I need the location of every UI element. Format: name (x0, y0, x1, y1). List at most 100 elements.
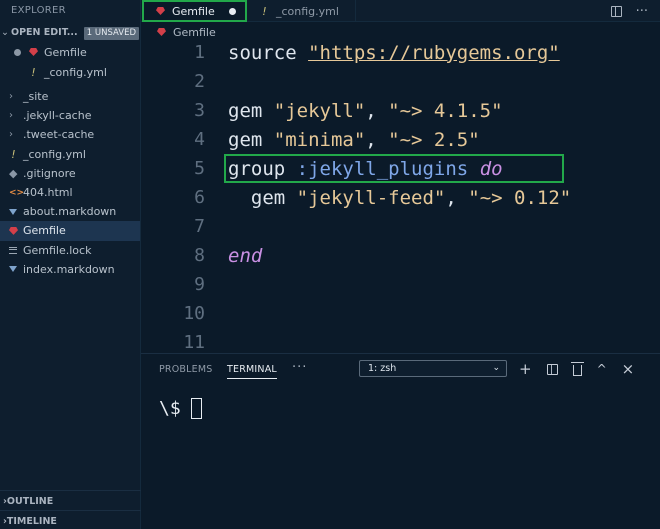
chevron-right-icon: › (9, 129, 13, 141)
tab-config-yml[interactable]: ! _config.yml (248, 0, 356, 22)
line-number: 7 (194, 216, 205, 237)
panel-tabs: PROBLEMS TERMINAL ··· 1: zsh ⌄ + ^ × (141, 354, 660, 384)
chevron-down-icon: ⌄ (492, 363, 500, 373)
tree-file-gemfile[interactable]: Gemfile (0, 221, 140, 241)
tree-item-label: 404.html (23, 186, 73, 200)
maximize-panel-icon[interactable]: ^ (597, 362, 607, 376)
line-number: 4 (194, 129, 205, 150)
terminal-select[interactable]: 1: zsh ⌄ (359, 360, 507, 377)
chevron-right-icon: › (9, 110, 13, 122)
editor-tab-bar: Gemfile ! _config.yml ··· (141, 0, 660, 22)
outline-label: OUTLINE (6, 496, 54, 507)
tree-file-about[interactable]: about.markdown (0, 202, 140, 221)
open-editors-label: OPEN EDIT... (11, 27, 78, 38)
terminal-prompt: \$ (159, 398, 181, 419)
ruby-icon (157, 28, 166, 36)
open-editor-label: Gemfile (44, 45, 87, 59)
tree-item-label: Gemfile (23, 224, 66, 238)
modified-dot-icon[interactable] (14, 48, 21, 56)
separator: , (365, 128, 389, 151)
breadcrumb-file[interactable]: Gemfile (173, 26, 216, 39)
tree-file-gemfile-lock[interactable]: Gemfile.lock (0, 241, 140, 260)
split-terminal-icon[interactable] (546, 363, 558, 375)
tree-folder-tweet-cache[interactable]: › .tweet-cache (0, 125, 140, 144)
new-terminal-icon[interactable]: + (519, 360, 532, 378)
chevron-right-icon: › (9, 91, 13, 103)
tree-item-label: .jekyll-cache (23, 109, 92, 123)
split-editor-icon[interactable] (610, 5, 622, 17)
tree-item-label: .tweet-cache (23, 128, 95, 142)
open-editors-header[interactable]: ⌄ OPEN EDIT... 1 UNSAVED (0, 22, 140, 42)
code-line-2[interactable]: 2 (141, 67, 660, 96)
line-number: 6 (194, 187, 205, 208)
tree-folder-site[interactable]: › _site (0, 87, 140, 106)
html-icon: <> (9, 187, 25, 198)
string: "~> 4.1.5" (388, 99, 503, 122)
tree-item-label: .gitignore (23, 166, 76, 180)
code-line-3[interactable]: 3 gem "jekyll", "~> 4.1.5" (141, 96, 660, 125)
line-number: 9 (194, 274, 205, 295)
string: "~> 0.12" (468, 186, 572, 209)
tree-item-label: index.markdown (23, 262, 115, 276)
tree-item-label: about.markdown (23, 205, 117, 219)
tree-file-404[interactable]: <> 404.html (0, 183, 140, 202)
code-line-11[interactable]: 11 (141, 328, 660, 353)
bottom-panel: PROBLEMS TERMINAL ··· 1: zsh ⌄ + ^ × \$ (141, 353, 660, 529)
terminal-body[interactable]: \$ (159, 398, 202, 419)
highlight-box (224, 154, 564, 183)
yml-icon: ! (262, 4, 267, 18)
line-number: 10 (183, 303, 205, 324)
terminal-select-value: 1: zsh (368, 363, 397, 374)
tree-item-label: _config.yml (23, 147, 86, 161)
yml-icon: ! (11, 147, 16, 161)
code-line-10[interactable]: 10 (141, 299, 660, 328)
markdown-icon (9, 266, 17, 273)
keyword-end: end (228, 244, 263, 267)
ruby-icon (9, 226, 18, 235)
tab-terminal[interactable]: TERMINAL (227, 364, 277, 379)
git-icon: ◆ (9, 166, 18, 180)
explorer-title: EXPLORER (11, 5, 66, 16)
tab-label: _config.yml (276, 4, 339, 18)
keyword: source (228, 41, 309, 64)
code-line-1[interactable]: 1 source "https://rubygems.org" (141, 41, 660, 67)
code-line-4[interactable]: 4 gem "minima", "~> 2.5" (141, 125, 660, 154)
open-editor-label: _config.yml (44, 65, 107, 79)
modified-dot-icon[interactable] (229, 7, 236, 15)
line-number: 1 (194, 42, 205, 63)
line-number: 8 (194, 245, 205, 266)
open-editor-gemfile[interactable]: Gemfile (0, 42, 140, 62)
tree-folder-jekyll-cache[interactable]: › .jekyll-cache (0, 106, 140, 125)
timeline-section[interactable]: ›TIMELINE (0, 510, 141, 529)
string-url[interactable]: "https://rubygems.org" (308, 42, 560, 64)
tree-file-gitignore[interactable]: ◆ .gitignore (0, 164, 140, 183)
file-tree: › _site › .jekyll-cache › .tweet-cache !… (0, 87, 140, 279)
keyword: gem (228, 99, 274, 122)
code-line-8[interactable]: 8 end (141, 241, 660, 270)
string: "jekyll" (273, 99, 366, 122)
code-line-6[interactable]: 6 gem "jekyll-feed", "~> 0.12" (141, 183, 660, 212)
code-line-9[interactable]: 9 (141, 270, 660, 299)
tab-problems[interactable]: PROBLEMS (159, 364, 212, 375)
terminal-cursor (190, 398, 202, 419)
line-number: 11 (183, 332, 205, 353)
outline-section[interactable]: ›OUTLINE (0, 490, 141, 510)
tree-file-index[interactable]: index.markdown (0, 260, 140, 279)
more-actions-icon[interactable]: ··· (636, 4, 648, 19)
timeline-label: TIMELINE (6, 516, 57, 527)
unsaved-badge: 1 UNSAVED (83, 27, 139, 40)
string: "minima" (273, 128, 366, 151)
tree-item-label: Gemfile.lock (23, 243, 92, 257)
code-editor[interactable]: 1 source "https://rubygems.org" 2 3 gem … (141, 41, 660, 353)
breadcrumb: Gemfile (141, 23, 216, 41)
tree-file-config-yml[interactable]: ! _config.yml (0, 145, 140, 164)
close-panel-icon[interactable]: × (622, 360, 635, 378)
panel-more-icon[interactable]: ··· (292, 360, 307, 375)
tab-gemfile[interactable]: Gemfile (142, 0, 247, 22)
code-line-7[interactable]: 7 (141, 212, 660, 241)
ruby-icon (156, 7, 165, 15)
tab-label: Gemfile (172, 4, 215, 18)
line-number: 5 (194, 158, 205, 179)
trash-icon[interactable] (570, 362, 584, 376)
open-editor-config[interactable]: ! _config.yml (0, 62, 140, 82)
